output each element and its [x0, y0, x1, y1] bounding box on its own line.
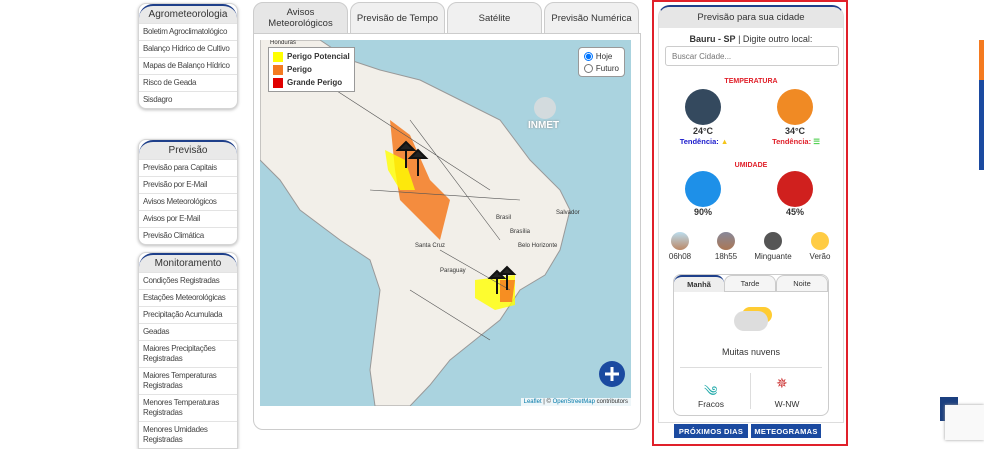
tab-avisos[interactable]: Avisos Meteorológicos: [253, 2, 348, 34]
sidebar-monitoramento: Monitoramento Condições Registradas Esta…: [138, 252, 238, 449]
legend-swatch: [273, 77, 283, 88]
cloudy-icon: [734, 311, 768, 331]
sidebar-item[interactable]: Boletim Agroclimatológico: [139, 23, 237, 40]
city-forecast-panel: Previsão para sua cidade Bauru - SP | Di…: [652, 0, 848, 446]
map-canvas: [260, 40, 625, 406]
sunrise-time: 06h08: [668, 252, 692, 261]
legend-item: Perigo Potencial: [273, 50, 350, 63]
season: Verão: [809, 252, 831, 261]
map-attribution: Leaflet | © OpenStreetMap contributors: [520, 398, 631, 406]
city-search-input[interactable]: [665, 46, 839, 66]
sidebar-item[interactable]: Mapas de Balanço Hídrico: [139, 57, 237, 74]
city-name: Bauru - SP: [689, 34, 736, 44]
meteogramas-button[interactable]: METEOGRAMAS: [751, 424, 821, 438]
tab-noite[interactable]: Noite: [776, 275, 828, 292]
place-label: Santa Cruz: [415, 243, 446, 249]
tab-previsao-tempo[interactable]: Previsão de Tempo: [350, 2, 445, 34]
legend-item: Grande Perigo: [273, 76, 350, 89]
summer-icon: [811, 232, 829, 250]
max-temp: 34°C: [784, 126, 806, 136]
sunrise-icon: [671, 232, 689, 250]
sidebar-item[interactable]: Previsão para Capitais: [139, 159, 237, 176]
side-tab: [979, 80, 984, 170]
section-title: Agrometeorologia: [139, 4, 237, 23]
inmet-watermark: INMET: [528, 120, 560, 131]
sidebar-item[interactable]: Avisos por E-Mail: [139, 210, 237, 227]
trend-stable-icon: ☰: [813, 137, 820, 146]
place-label: Brasília: [510, 229, 531, 235]
main-tabs: Avisos Meteorológicos Previsão de Tempo …: [253, 2, 639, 34]
compass-icon: ✵: [776, 375, 788, 391]
moon-icon: [764, 232, 782, 250]
humidity-low-icon: [777, 171, 813, 207]
tab-manha[interactable]: Manhã: [674, 275, 724, 292]
sidebar-item[interactable]: Precipitação Acumulada: [139, 306, 237, 323]
wind-icon: ༄: [704, 383, 718, 399]
place-label: Honduras: [270, 40, 297, 46]
tab-previsao-numerica[interactable]: Previsão Numérica: [544, 2, 639, 34]
section-title: Previsão: [139, 140, 237, 159]
legend-swatch: [273, 51, 283, 62]
warnings-map[interactable]: INMET Honduras Brasil Salvador Brasília …: [260, 40, 631, 406]
min-temp: 24°C: [692, 126, 714, 136]
sidebar-item[interactable]: Avisos Meteorológicos: [139, 193, 237, 210]
period-forecast: Manhã Tarde Noite Muitas nuvens ༄ ✵ Frac…: [673, 274, 829, 416]
place-label: Belo Horizonte: [518, 243, 558, 249]
sidebar-item[interactable]: Maiores Precipitações Registradas: [139, 340, 237, 367]
max-trend: Tendência: ☰: [772, 137, 820, 146]
trend-up-icon: ▲: [720, 137, 729, 146]
tab-tarde[interactable]: Tarde: [724, 275, 776, 292]
humidity-title: UMIDADE: [734, 162, 768, 169]
hot-thermometer-icon: [777, 89, 813, 125]
sidebar-item[interactable]: Menores Umidades Registradas: [139, 421, 237, 448]
sidebar-item[interactable]: Previsão por E-Mail: [139, 176, 237, 193]
sidebar-item[interactable]: Sisdagro: [139, 91, 237, 108]
wind-direction: W-NW: [774, 399, 800, 409]
min-trend: Tendência: ▲: [679, 137, 729, 146]
proximos-dias-button[interactable]: PRÓXIMOS DIAS: [674, 424, 748, 438]
south-america-land: [260, 40, 571, 406]
sidebar-item[interactable]: Risco de Geada: [139, 74, 237, 91]
tab-satelite[interactable]: Satélite: [447, 2, 542, 34]
sidebar-previsao: Previsão Previsão para Capitais Previsão…: [138, 139, 238, 245]
leaflet-link[interactable]: Leaflet: [524, 399, 542, 405]
place-label: Brasil: [496, 215, 512, 221]
sidebar-item[interactable]: Condições Registradas: [139, 272, 237, 289]
place-label: Salvador: [556, 210, 580, 216]
day-selector: Hoje Futuro: [577, 47, 625, 77]
sunset-icon: [717, 232, 735, 250]
sidebar-item[interactable]: Menores Temperaturas Registradas: [139, 394, 237, 421]
sidebar-item[interactable]: Estações Meteorológicas: [139, 289, 237, 306]
condition-text: Muitas nuvens: [721, 347, 781, 357]
recaptcha-badge: [945, 405, 984, 440]
osm-link[interactable]: OpenStreetMap: [553, 399, 595, 405]
place-label: Paraguay: [440, 268, 466, 274]
map-legend: Perigo Potencial Perigo Grande Perigo: [268, 47, 355, 92]
sidebar-item[interactable]: Balanço Hídrico de Cultivo: [139, 40, 237, 57]
wind-strength: Fracos: [698, 399, 724, 409]
sidebar-item[interactable]: Previsão Climática: [139, 227, 237, 244]
humidity-high-icon: [685, 171, 721, 207]
legend-item: Perigo: [273, 63, 350, 76]
sidebar-agrometeorologia: Agrometeorologia Boletim Agroclimatológi…: [138, 3, 238, 109]
cold-thermometer-icon: [685, 89, 721, 125]
sidebar-item[interactable]: Geadas: [139, 323, 237, 340]
moon-phase: Minguante: [754, 252, 792, 261]
radio-hoje[interactable]: [583, 51, 593, 61]
temperature-title: TEMPERATURA: [724, 78, 778, 85]
side-tab: [979, 40, 984, 80]
legend-swatch: [273, 64, 283, 75]
min-humidity: 45%: [785, 207, 804, 217]
section-title: Monitoramento: [139, 253, 237, 272]
radio-futuro[interactable]: [583, 63, 593, 73]
sidebar-item[interactable]: Maiores Temperaturas Registradas: [139, 367, 237, 394]
forecast-header: Previsão para sua cidade: [659, 7, 843, 28]
sunset-time: 18h55: [714, 252, 738, 261]
cloud-sun-watermark: [534, 97, 556, 119]
max-humidity: 90%: [693, 207, 712, 217]
